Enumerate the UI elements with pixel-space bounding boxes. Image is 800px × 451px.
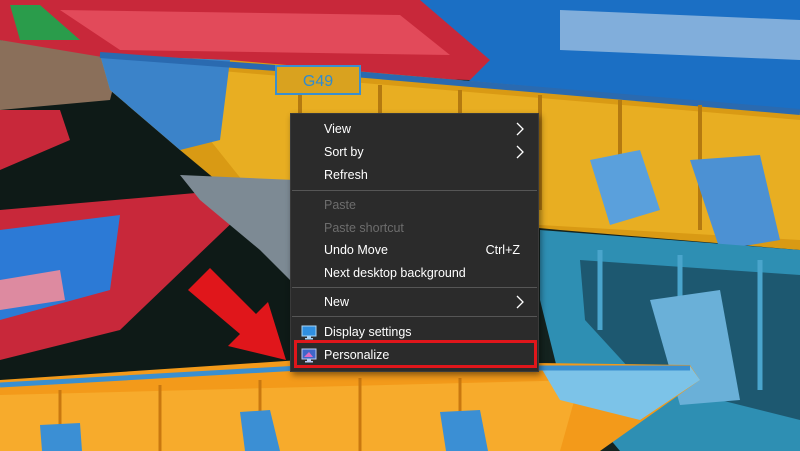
chevron-right-icon bbox=[516, 122, 524, 136]
personalize-highlight-box bbox=[294, 340, 537, 368]
menu-item-label: Paste bbox=[324, 198, 356, 212]
menu-item-view[interactable]: View bbox=[291, 118, 538, 141]
menu-separator bbox=[292, 316, 537, 317]
menu-item-label: Sort by bbox=[324, 145, 364, 159]
menu-separator bbox=[292, 190, 537, 191]
menu-item-shortcut: Ctrl+Z bbox=[485, 243, 520, 257]
menu-item-next-desktop-background[interactable]: Next desktop background bbox=[291, 262, 538, 285]
red-arrow-annotation bbox=[188, 268, 286, 360]
menu-item-label: New bbox=[324, 295, 350, 309]
svg-text:G49: G49 bbox=[303, 73, 333, 90]
menu-item-paste: Paste bbox=[291, 194, 538, 217]
menu-item-label: View bbox=[324, 122, 351, 136]
menu-item-label: Undo Move bbox=[324, 243, 388, 257]
menu-item-label: Display settings bbox=[324, 325, 412, 339]
menu-item-label: Paste shortcut bbox=[324, 221, 404, 235]
menu-separator bbox=[292, 287, 537, 288]
chevron-right-icon bbox=[516, 295, 524, 309]
display-settings-icon bbox=[301, 325, 317, 340]
menu-item-new[interactable]: New bbox=[291, 291, 538, 314]
desktop-context-menu: View Sort by Refresh Paste Paste shortcu… bbox=[290, 113, 539, 372]
chevron-right-icon bbox=[516, 145, 524, 159]
menu-item-paste-shortcut: Paste shortcut bbox=[291, 217, 538, 240]
menu-item-label: Refresh bbox=[324, 168, 368, 182]
menu-item-undo-move[interactable]: Undo Move Ctrl+Z bbox=[291, 239, 538, 262]
menu-item-sort-by[interactable]: Sort by bbox=[291, 141, 538, 164]
menu-item-label: Next desktop background bbox=[324, 266, 466, 280]
menu-item-refresh[interactable]: Refresh bbox=[291, 164, 538, 187]
